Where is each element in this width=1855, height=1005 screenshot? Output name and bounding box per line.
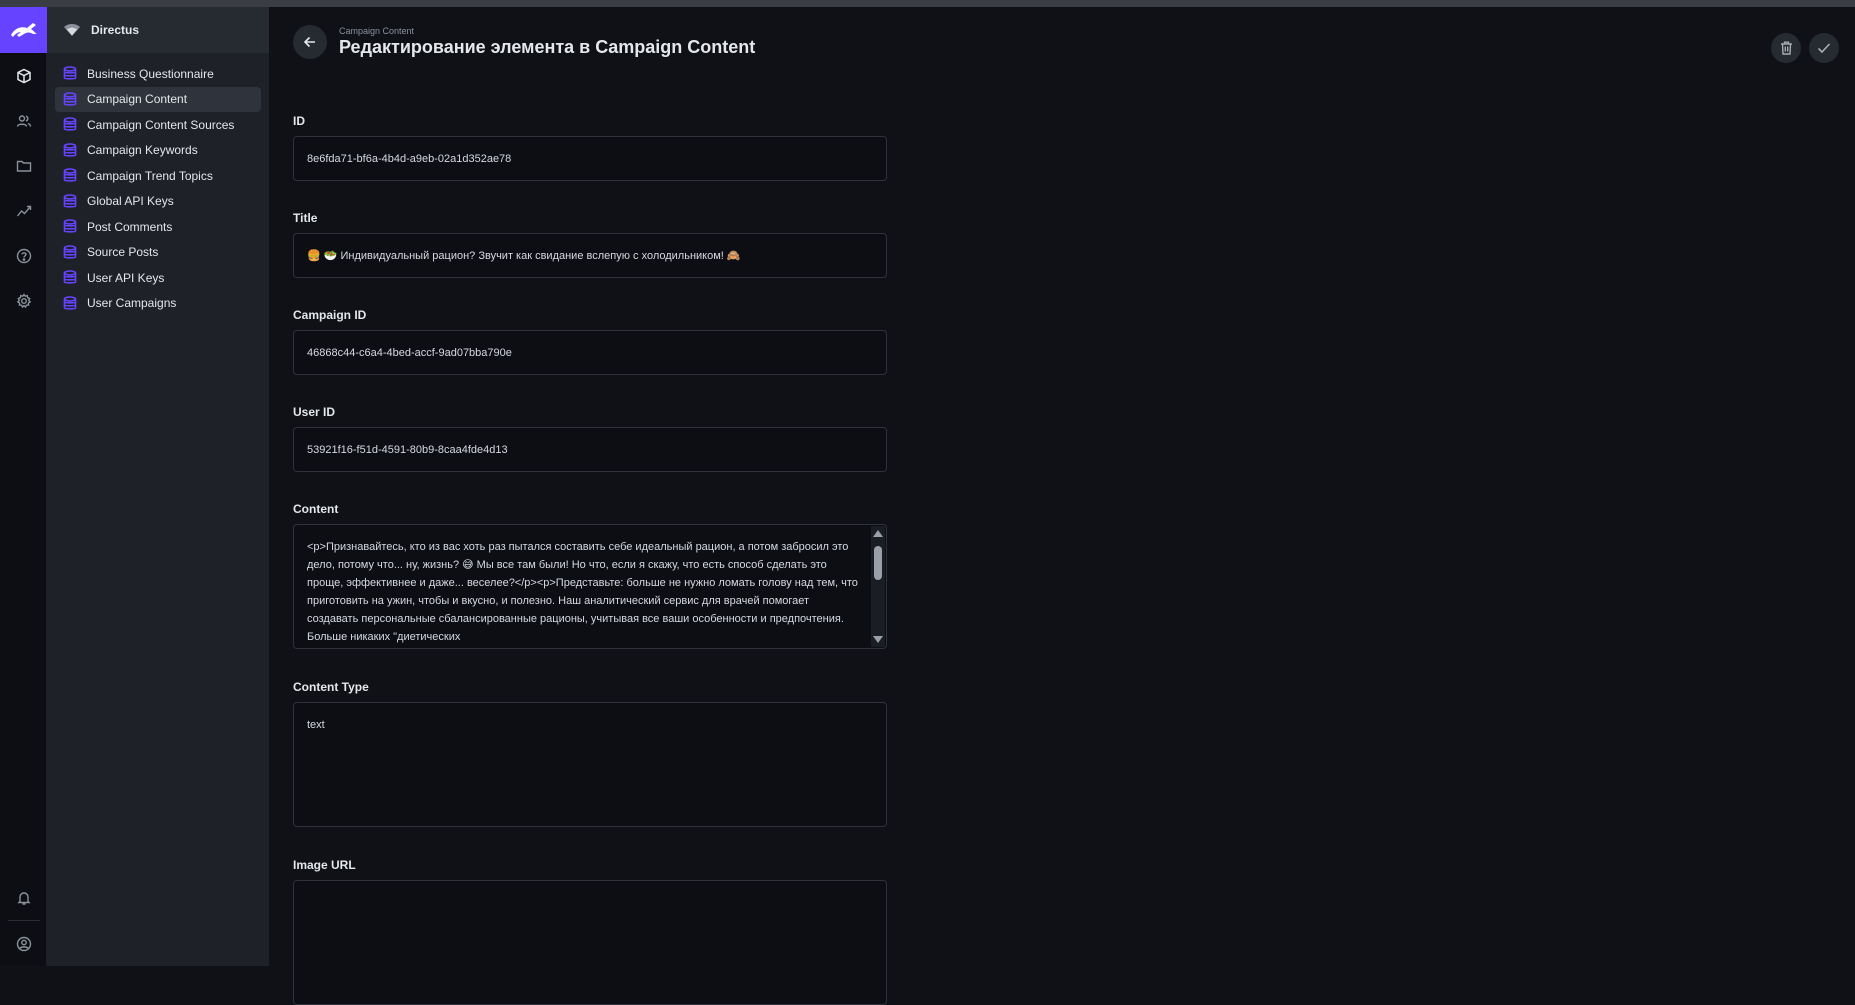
page-title: Редактирование элемента в Campaign Conte…	[339, 37, 756, 57]
help-icon[interactable]	[0, 233, 47, 278]
sidebar-item-label: Global API Keys	[87, 194, 174, 209]
content-module-icon[interactable]	[0, 53, 47, 98]
sidebar-item-collection[interactable]: User Campaigns	[55, 291, 261, 317]
field-content: Content <p>Признавайтесь, кто из вас хот…	[293, 502, 887, 649]
sidebar-item-label: Post Comments	[87, 219, 173, 234]
content-type-text: text	[307, 719, 325, 731]
scrollbar-thumb[interactable]	[874, 546, 882, 580]
campaign-id-input[interactable]: 46868c44-c6a4-4bed-accf-9ad07bba790e	[293, 330, 887, 375]
sidebar-item-collection[interactable]: Campaign Trend Topics	[55, 163, 261, 189]
image-url-textarea[interactable]	[293, 880, 887, 1005]
id-input[interactable]: 8e6fda71-bf6a-4b4d-a9eb-02a1d352ae78	[293, 136, 887, 181]
database-icon	[63, 219, 77, 233]
users-module-icon[interactable]	[0, 98, 47, 143]
sidebar-item-label: Campaign Content Sources	[87, 117, 235, 132]
header-actions	[1771, 33, 1839, 63]
sidebar-item-collection[interactable]: Post Comments	[55, 214, 261, 240]
content-text: <p>Признавайтесь, кто из вас хоть раз пы…	[307, 541, 858, 643]
database-icon	[63, 91, 77, 106]
wifi-icon	[64, 24, 80, 36]
sidebar-item-label: Campaign Content	[87, 92, 188, 107]
sidebar-item-label: User Campaigns	[87, 296, 177, 311]
sidebar-item-collection[interactable]: Campaign Content	[55, 86, 261, 112]
arrow-left-icon	[303, 36, 315, 48]
sidebar-item-label: Campaign Trend Topics	[87, 168, 213, 183]
sidebar-item-collection[interactable]: User API Keys	[55, 265, 261, 291]
field-label: Content	[293, 502, 339, 516]
database-icon	[63, 168, 77, 182]
database-icon	[63, 295, 77, 310]
delete-button[interactable]	[1771, 33, 1801, 63]
database-icon	[63, 142, 77, 157]
insights-module-icon[interactable]	[0, 188, 47, 233]
field-id: ID 8e6fda71-bf6a-4b4d-a9eb-02a1d352ae78	[293, 114, 887, 181]
scroll-up-arrow-icon[interactable]	[873, 530, 883, 537]
navigation-sidebar: Directus Business Questionnaire Campaign …	[47, 7, 269, 966]
sidebar-item-label: User API Keys	[87, 270, 165, 285]
settings-gear-icon[interactable]	[0, 278, 47, 323]
sidebar-item-label: Source Posts	[87, 245, 159, 260]
window-top-bar	[0, 0, 1855, 7]
database-icon	[63, 117, 77, 131]
breadcrumb[interactable]: Campaign Content	[339, 26, 755, 36]
sidebar-item-collection[interactable]: Global API Keys	[55, 189, 261, 215]
sidebar-item-label: Business Questionnaire	[87, 66, 214, 81]
database-icon	[63, 193, 77, 208]
user-id-input[interactable]: 53921f16-f51d-4591-80b9-8caa4fde4d13	[293, 427, 887, 472]
content-type-textarea[interactable]: text	[293, 702, 887, 827]
field-label: Campaign ID	[293, 308, 367, 322]
project-header[interactable]: Directus	[47, 7, 269, 53]
scroll-down-arrow-icon[interactable]	[873, 636, 883, 643]
directus-logo[interactable]	[0, 7, 47, 53]
field-label: Content Type	[293, 680, 369, 694]
collections-list: Business Questionnaire Campaign Content Ca…	[47, 53, 269, 324]
content-textarea[interactable]: <p>Признавайтесь, кто из вас хоть раз пы…	[293, 524, 887, 649]
field-user-id: User ID 53921f16-f51d-4591-80b9-8caa4fde…	[293, 405, 887, 472]
notifications-bell-icon[interactable]	[0, 875, 47, 920]
field-image-url: Image URL	[293, 858, 887, 1005]
field-content-type: Content Type text	[293, 680, 887, 827]
database-icon	[63, 66, 77, 80]
textarea-scrollbar[interactable]	[871, 526, 885, 647]
user-avatar-icon[interactable]	[0, 921, 47, 966]
back-button[interactable]	[293, 25, 327, 59]
sidebar-item-collection[interactable]: Campaign Content Sources	[55, 112, 261, 138]
field-label: Image URL	[293, 858, 356, 872]
main-content: Campaign Content Редактирование элемента…	[269, 7, 1855, 1005]
sidebar-item-collection[interactable]: Source Posts	[55, 240, 261, 266]
rabbit-logo-icon	[10, 23, 37, 37]
trash-icon	[1780, 41, 1792, 55]
field-title: Title 🍔 🥗 Индивидуальный рацион? Звучит …	[293, 211, 887, 278]
header-titles: Campaign Content Редактирование элемента…	[339, 26, 755, 58]
field-label: ID	[293, 114, 305, 128]
field-campaign-id: Campaign ID 46868c44-c6a4-4bed-accf-9ad0…	[293, 308, 887, 375]
files-module-icon[interactable]	[0, 143, 47, 188]
page-header: Campaign Content Редактирование элемента…	[293, 25, 755, 59]
database-icon	[63, 244, 77, 259]
project-name: Directus	[91, 23, 140, 37]
field-label: Title	[293, 211, 318, 225]
sidebar-item-collection[interactable]: Business Questionnaire	[55, 61, 261, 87]
field-label: User ID	[293, 405, 336, 419]
module-bar	[0, 7, 47, 966]
title-input[interactable]: 🍔 🥗 Индивидуальный рацион? Звучит как св…	[293, 233, 887, 278]
save-button[interactable]	[1809, 33, 1839, 63]
sidebar-item-label: Campaign Keywords	[87, 143, 198, 158]
sidebar-item-collection[interactable]: Campaign Keywords	[55, 138, 261, 164]
database-icon	[63, 270, 77, 284]
check-icon	[1817, 43, 1831, 54]
